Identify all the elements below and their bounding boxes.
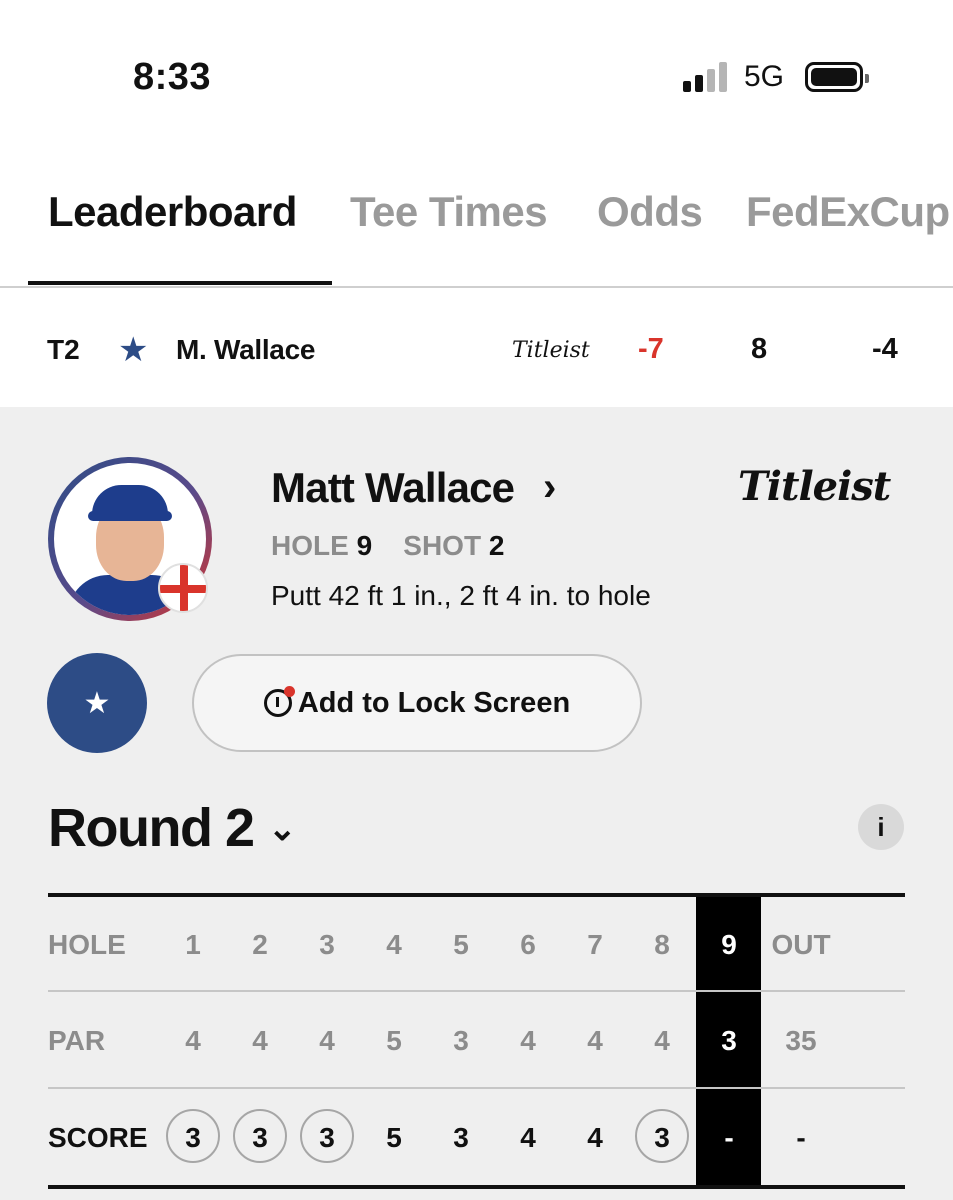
tab-leaderboard[interactable]: Leaderboard — [48, 188, 297, 236]
favorite-button[interactable]: ★ — [47, 653, 147, 753]
score-value: 3 — [252, 1122, 268, 1153]
active-tab-indicator — [28, 281, 332, 285]
add-to-lock-screen-button[interactable]: Add to Lock Screen — [192, 654, 642, 752]
chevron-right-icon[interactable]: › — [543, 465, 556, 510]
par-value: 4 — [520, 1025, 536, 1056]
brand-logo: Titleist — [738, 463, 891, 510]
hole-number: 9 — [721, 929, 737, 960]
par-value: 4 — [252, 1025, 268, 1056]
brand-logo-small: Titleist — [512, 338, 590, 363]
england-flag-icon — [158, 563, 208, 613]
player-name[interactable]: Matt Wallace — [271, 464, 515, 512]
leaderboard-row[interactable]: T2 ★ M. Wallace Titleist -7 8 -4 — [0, 290, 953, 407]
tab-bar: Leaderboard Tee Times Odds FedExCup — [0, 150, 953, 286]
position: T2 — [47, 334, 80, 365]
lock-screen-label: Add to Lock Screen — [297, 686, 571, 719]
total-score: -7 — [638, 333, 664, 365]
score-value: 4 — [520, 1122, 536, 1153]
par-value: 5 — [386, 1025, 402, 1056]
lock-screen-icon — [263, 686, 295, 717]
par-row-label: PAR — [48, 1025, 106, 1056]
scorecard: HOLE 1 2 3 4 5 6 7 8 9 OUT PAR 4 4 4 5 3 4 4 4 3 35 SCORE … — [48, 893, 905, 1189]
today-score: -4 — [872, 333, 898, 365]
tab-tee-times[interactable]: Tee Times — [350, 188, 548, 236]
score-value: 3 — [319, 1122, 335, 1153]
shot-status: HOLE 9 SHOT 2 — [271, 530, 504, 562]
score-out-total: - — [796, 1122, 806, 1153]
status-bar: 8:33 5G — [0, 0, 953, 150]
score-value: 3 — [453, 1122, 469, 1153]
current-hole: 9 — [356, 530, 373, 561]
star-icon[interactable]: ★ — [118, 330, 148, 370]
battery-icon — [805, 62, 869, 92]
par-value: 4 — [185, 1025, 201, 1056]
par-value: 4 — [587, 1025, 603, 1056]
par-value: 4 — [319, 1025, 335, 1056]
info-icon[interactable]: i — [858, 804, 904, 850]
shot-label: SHOT — [403, 530, 482, 561]
score-value: 3 — [185, 1122, 201, 1153]
current-shot: 2 — [488, 530, 505, 561]
star-icon: ★ — [83, 686, 111, 720]
score-value: 4 — [587, 1122, 603, 1153]
hole-number: 3 — [319, 929, 335, 960]
hole-number: 4 — [386, 929, 402, 960]
hole-number: 6 — [520, 929, 536, 960]
score-value: 5 — [386, 1122, 402, 1153]
player-detail-panel: Matt Wallace › Titleist HOLE 9 SHOT 2 Pu… — [0, 407, 953, 1200]
hole-number: 8 — [654, 929, 670, 960]
par-value: 3 — [453, 1025, 469, 1056]
score-row: SCORE 3 3 3 5 3 4 4 3 - - — [48, 1090, 905, 1186]
par-value: 3 — [721, 1025, 737, 1056]
par-row: PAR 4 4 4 5 3 4 4 4 3 35 — [48, 993, 905, 1089]
hole-number: 5 — [453, 929, 469, 960]
hole-row: HOLE 1 2 3 4 5 6 7 8 9 OUT — [48, 897, 905, 993]
hole-label: HOLE — [271, 530, 349, 561]
tab-fedexcup[interactable]: FedExCup — [746, 188, 950, 236]
score-value: - — [724, 1122, 734, 1153]
hole-number: 2 — [252, 929, 268, 960]
round-selector[interactable]: Round 2 — [48, 797, 255, 859]
par-value: 4 — [654, 1025, 670, 1056]
player-short-name: M. Wallace — [176, 334, 316, 365]
network-type: 5G — [744, 60, 785, 93]
hole-number: 7 — [587, 929, 603, 960]
status-time: 8:33 — [133, 56, 212, 98]
shot-description: Putt 42 ft 1 in., 2 ft 4 in. to hole — [271, 580, 651, 611]
chevron-down-icon[interactable]: ⌄ — [268, 809, 297, 849]
out-label: OUT — [771, 929, 831, 960]
score-value: 3 — [654, 1122, 670, 1153]
score-row-label: SCORE — [48, 1122, 148, 1153]
thru: 8 — [751, 333, 768, 365]
tab-odds[interactable]: Odds — [597, 188, 703, 236]
hole-row-label: HOLE — [48, 929, 126, 960]
hole-number: 1 — [185, 929, 201, 960]
tabs-divider — [0, 286, 953, 288]
par-out-total: 35 — [785, 1025, 817, 1056]
signal-icon — [683, 62, 729, 92]
